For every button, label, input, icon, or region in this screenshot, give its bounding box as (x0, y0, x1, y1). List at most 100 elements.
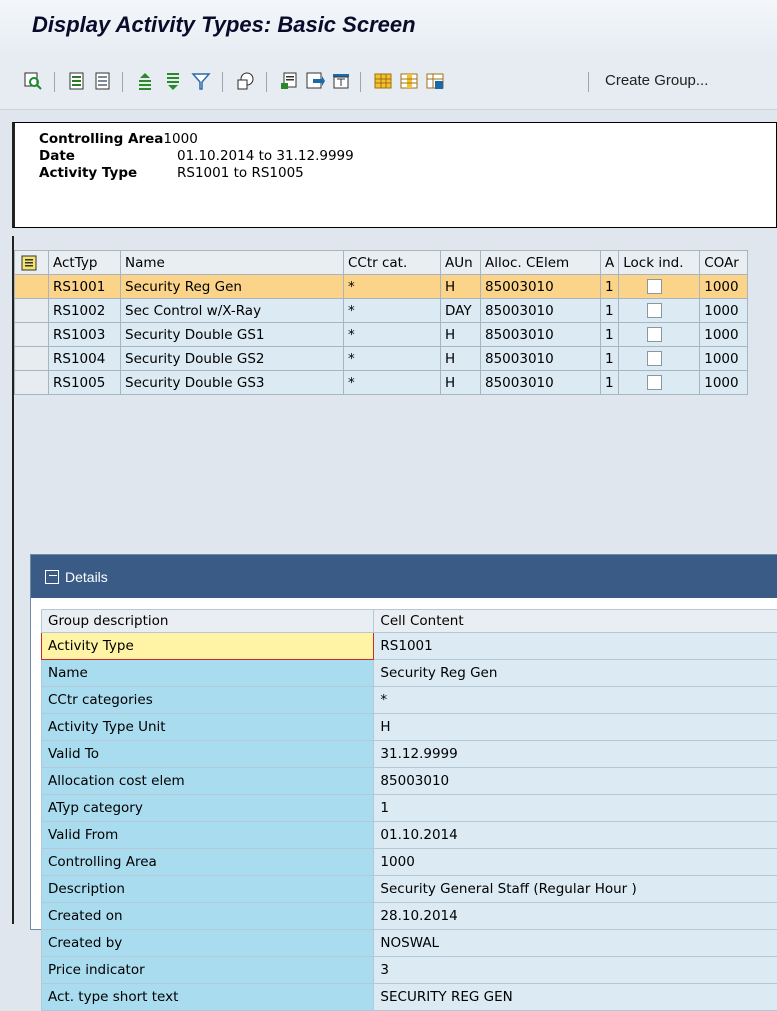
details-row[interactable]: Created byNOSWAL (42, 930, 777, 957)
details-row[interactable]: Allocation cost elem85003010 (42, 768, 777, 795)
detail-key[interactable]: Controlling Area (42, 849, 374, 876)
cell-coar[interactable]: 1000 (700, 323, 748, 347)
cell-alloc-celem[interactable]: 85003010 (481, 275, 601, 299)
cell-acttyp[interactable]: RS1005 (49, 371, 121, 395)
print-icon[interactable] (330, 70, 352, 92)
details-row[interactable]: DescriptionSecurity General Staff (Regul… (42, 876, 777, 903)
row-selector[interactable] (15, 323, 49, 347)
cell-alloc-celem[interactable]: 85003010 (481, 371, 601, 395)
search-icon[interactable] (22, 70, 44, 92)
detail-key[interactable]: Valid To (42, 741, 374, 768)
select-all-icon[interactable] (66, 70, 88, 92)
detail-value[interactable]: * (374, 687, 777, 714)
sort-ascending-icon[interactable] (134, 70, 156, 92)
row-selector[interactable] (15, 275, 49, 299)
lock-checkbox[interactable] (647, 279, 662, 294)
column-header-aun[interactable]: AUn (441, 251, 481, 275)
detail-value[interactable]: 85003010 (374, 768, 777, 795)
column-header-cctr-cat[interactable]: CCtr cat. (344, 251, 441, 275)
row-selector[interactable] (15, 347, 49, 371)
cell-acttyp[interactable]: RS1003 (49, 323, 121, 347)
cell-cctr-cat[interactable]: * (344, 323, 441, 347)
cell-coar[interactable]: 1000 (700, 347, 748, 371)
table-row[interactable]: RS1004 Security Double GS2 * H 85003010 … (15, 347, 748, 371)
detail-key[interactable]: Allocation cost elem (42, 768, 374, 795)
cell-name[interactable]: Security Double GS2 (121, 347, 344, 371)
detail-value[interactable]: 1 (374, 795, 777, 822)
cell-cctr-cat[interactable]: * (344, 347, 441, 371)
details-row[interactable]: Activity Type UnitH (42, 714, 777, 741)
cell-acttyp[interactable]: RS1004 (49, 347, 121, 371)
detail-value[interactable]: NOSWAL (374, 930, 777, 957)
table-row[interactable]: RS1005 Security Double GS3 * H 85003010 … (15, 371, 748, 395)
grid-layout-icon[interactable] (372, 70, 394, 92)
detail-value[interactable]: RS1001 (374, 633, 777, 660)
cell-alloc-celem[interactable]: 85003010 (481, 299, 601, 323)
cell-alloc-celem[interactable]: 85003010 (481, 323, 601, 347)
cell-cctr-cat[interactable]: * (344, 299, 441, 323)
detail-key[interactable]: CCtr categories (42, 687, 374, 714)
details-row[interactable]: Price indicator3 (42, 957, 777, 984)
cell-alloc-celem[interactable]: 85003010 (481, 347, 601, 371)
column-header-coar[interactable]: COAr (700, 251, 748, 275)
detail-value[interactable]: Security General Staff (Regular Hour ) (374, 876, 777, 903)
save-layout-icon[interactable] (424, 70, 446, 92)
detail-key[interactable]: Name (42, 660, 374, 687)
details-row[interactable]: Controlling Area1000 (42, 849, 777, 876)
cell-coar[interactable]: 1000 (700, 275, 748, 299)
detail-value[interactable]: H (374, 714, 777, 741)
cell-name[interactable]: Security Reg Gen (121, 275, 344, 299)
detail-value[interactable]: 3 (374, 957, 777, 984)
details-row[interactable]: ATyp category1 (42, 795, 777, 822)
column-header-cell-content[interactable]: Cell Content (374, 610, 777, 633)
lock-checkbox[interactable] (647, 375, 662, 390)
column-header-group-description[interactable]: Group description (42, 610, 374, 633)
detail-value[interactable]: 28.10.2014 (374, 903, 777, 930)
cell-a[interactable]: 1 (601, 347, 619, 371)
detail-key[interactable]: Activity Type Unit (42, 714, 374, 741)
table-row[interactable]: RS1001 Security Reg Gen * H 85003010 1 1… (15, 275, 748, 299)
column-header-alloc-celem[interactable]: Alloc. CElem (481, 251, 601, 275)
cell-aun[interactable]: H (441, 275, 481, 299)
detail-key[interactable]: Activity Type (42, 633, 374, 660)
cell-acttyp[interactable]: RS1002 (49, 299, 121, 323)
detail-value[interactable]: Security Reg Gen (374, 660, 777, 687)
change-layout-icon[interactable] (398, 70, 420, 92)
cell-lock-ind[interactable] (619, 371, 700, 395)
layout-icon[interactable] (15, 251, 49, 275)
cell-lock-ind[interactable] (619, 299, 700, 323)
cell-aun[interactable]: DAY (441, 299, 481, 323)
detail-value[interactable]: 01.10.2014 (374, 822, 777, 849)
lock-checkbox[interactable] (647, 351, 662, 366)
details-row[interactable]: Act. type short textSECURITY REG GEN (42, 984, 777, 1011)
details-row[interactable]: Valid From01.10.2014 (42, 822, 777, 849)
cell-coar[interactable]: 1000 (700, 371, 748, 395)
cell-name[interactable]: Sec Control w/X-Ray (121, 299, 344, 323)
detail-value[interactable]: 31.12.9999 (374, 741, 777, 768)
cell-acttyp[interactable]: RS1001 (49, 275, 121, 299)
cell-lock-ind[interactable] (619, 347, 700, 371)
column-header-name[interactable]: Name (121, 251, 344, 275)
cell-cctr-cat[interactable]: * (344, 275, 441, 299)
details-row[interactable]: Activity TypeRS1001 (42, 633, 777, 660)
detail-key[interactable]: Created by (42, 930, 374, 957)
details-row[interactable]: CCtr categories* (42, 687, 777, 714)
cell-coar[interactable]: 1000 (700, 299, 748, 323)
detail-key[interactable]: Price indicator (42, 957, 374, 984)
detail-key[interactable]: Description (42, 876, 374, 903)
save-icon[interactable] (304, 70, 326, 92)
cell-cctr-cat[interactable]: * (344, 371, 441, 395)
cell-a[interactable]: 1 (601, 299, 619, 323)
lock-checkbox[interactable] (647, 303, 662, 318)
table-row[interactable]: RS1002 Sec Control w/X-Ray * DAY 8500301… (15, 299, 748, 323)
sort-descending-icon[interactable] (162, 70, 184, 92)
details-row[interactable]: Created on28.10.2014 (42, 903, 777, 930)
detail-key[interactable]: ATyp category (42, 795, 374, 822)
lock-checkbox[interactable] (647, 327, 662, 342)
cell-name[interactable]: Security Double GS1 (121, 323, 344, 347)
cell-name[interactable]: Security Double GS3 (121, 371, 344, 395)
detail-value[interactable]: SECURITY REG GEN (374, 984, 777, 1011)
column-header-lock-ind[interactable]: Lock ind. (619, 251, 700, 275)
detail-value[interactable]: 1000 (374, 849, 777, 876)
export-icon[interactable] (278, 70, 300, 92)
